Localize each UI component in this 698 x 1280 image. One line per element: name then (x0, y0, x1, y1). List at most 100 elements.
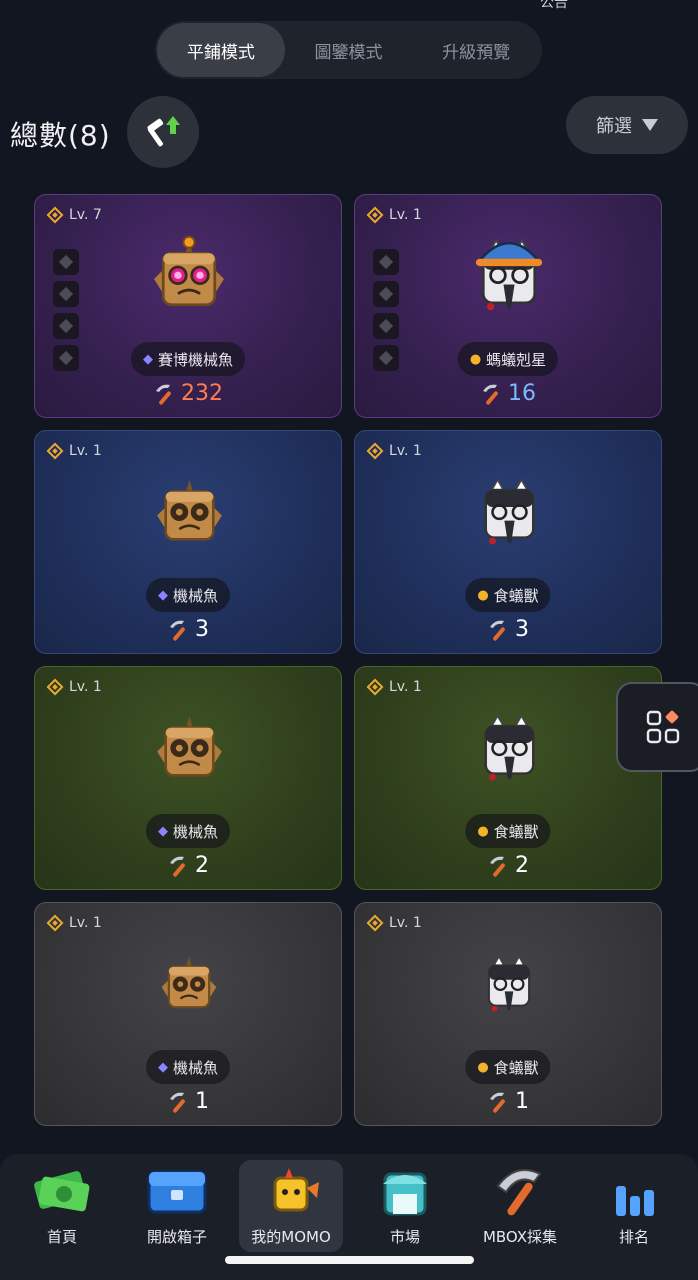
species-name: 機械魚 (172, 822, 219, 841)
gear-slot[interactable] (373, 249, 399, 275)
level-diamond-icon (366, 914, 384, 932)
paw-type-icon: ● (469, 351, 482, 367)
species-tag: ◆ 機械魚 (145, 1050, 231, 1084)
momo-card[interactable]: Lv. 1 ◆ 機械魚 2 (34, 666, 342, 890)
gear-slot[interactable] (53, 345, 79, 371)
species-tag: ◆ 賽博機械魚 (130, 342, 246, 376)
gear-slot[interactable] (53, 281, 79, 307)
nav-label: 我的MOMO (251, 1228, 331, 1246)
gear-slot[interactable] (373, 313, 399, 339)
nav-item-shop[interactable]: 市場 (353, 1160, 457, 1252)
momo-card[interactable]: Lv. 1 ● 食蟻獸 3 (354, 430, 662, 654)
nav-item-money[interactable]: 首頁 (10, 1160, 114, 1252)
species-tag: ◆ 機械魚 (145, 578, 231, 612)
level-diamond-icon (46, 442, 64, 460)
fish-creature-icon (139, 229, 239, 329)
filter-button[interactable]: 篩選 (566, 96, 688, 154)
level-badge: Lv. 1 (46, 678, 102, 696)
momo-card[interactable]: Lv. 1 ● 螞蟻剋星 16 (354, 194, 662, 418)
hashrate-value: 1 (195, 1089, 209, 1114)
tab-upgrade-preview[interactable]: 升級預覽 (412, 23, 540, 77)
species-name: 賽博機械魚 (157, 350, 234, 369)
level-diamond-icon (46, 206, 64, 224)
momo-card[interactable]: Lv. 1 ◆ 機械魚 1 (34, 902, 342, 1126)
nav-item-chest[interactable]: 開啟箱子 (125, 1160, 229, 1252)
fish-creature-icon (139, 701, 239, 801)
level-text: Lv. 1 (389, 915, 422, 931)
momo-card[interactable]: Lv. 7 ◆ 賽博機械魚 232 (34, 194, 342, 418)
anteater-creature-icon (459, 701, 559, 801)
hashrate: 1 (167, 1089, 209, 1114)
chest-icon (147, 1170, 207, 1214)
hashrate-value: 232 (181, 381, 223, 406)
nav-label: 市場 (389, 1228, 420, 1246)
hashrate: 16 (480, 381, 536, 406)
hashrate-value: 3 (515, 617, 529, 642)
level-diamond-icon (46, 914, 64, 932)
level-badge: Lv. 1 (46, 442, 102, 460)
grid-diamond-icon (646, 710, 680, 744)
pickaxe-icon (156, 384, 171, 405)
paw-type-icon: ● (477, 587, 489, 603)
pickaxe-icon (490, 620, 505, 641)
species-tag: ● 食蟻獸 (465, 578, 551, 612)
hashrate-value: 3 (195, 617, 209, 642)
gear-slot[interactable] (53, 313, 79, 339)
upgrade-button[interactable] (127, 96, 199, 168)
ranking-icon (616, 1186, 654, 1216)
species-tag: ◆ 機械魚 (145, 814, 231, 848)
momo-card[interactable]: Lv. 1 ● 食蟻獸 1 (354, 902, 662, 1126)
level-text: Lv. 1 (389, 443, 422, 459)
tab-collection-mode[interactable]: 圖鑒模式 (285, 23, 413, 77)
species-tag: ● 食蟻獸 (465, 1050, 551, 1084)
triangle-down-icon (642, 119, 658, 131)
mode-tabs: 平鋪模式 圖鑒模式 升級預覽 (155, 21, 542, 79)
total-count: 總數(8) (10, 119, 111, 152)
nav-label: MBOX採集 (482, 1228, 558, 1246)
pickaxe-icon (483, 384, 498, 405)
species-name: 機械魚 (172, 586, 219, 605)
fish-type-icon: ◆ (142, 351, 153, 367)
hashrate: 2 (167, 853, 209, 878)
level-text: Lv. 1 (69, 679, 102, 695)
fish-type-icon: ◆ (157, 1059, 168, 1075)
momo-card[interactable]: Lv. 1 ◆ 機械魚 3 (34, 430, 342, 654)
species-name: 螞蟻剋星 (486, 350, 547, 369)
level-text: Lv. 1 (69, 443, 102, 459)
shop-icon (383, 1172, 427, 1216)
hashrate-value: 2 (515, 853, 529, 878)
hashrate-value: 2 (195, 853, 209, 878)
gear-slot[interactable] (373, 345, 399, 371)
anteater-creature-icon (459, 229, 559, 329)
fish-creature-icon (139, 465, 239, 565)
fish-type-icon: ◆ (157, 823, 168, 839)
species-tag: ● 食蟻獸 (465, 814, 551, 848)
species-name: 食蟻獸 (493, 822, 539, 841)
home-indicator (225, 1256, 474, 1264)
nav-item-ranking[interactable]: 排名 (582, 1160, 686, 1252)
nav-item-pickaxe[interactable]: MBOX採集 (468, 1160, 572, 1252)
pickaxe-icon (170, 620, 185, 641)
species-name: 食蟻獸 (493, 1058, 539, 1077)
gear-slot[interactable] (53, 249, 79, 275)
hashrate: 2 (487, 853, 529, 878)
hashrate-value: 1 (515, 1089, 529, 1114)
paw-type-icon: ● (477, 1059, 489, 1075)
nav-item-momo[interactable]: 我的MOMO (239, 1160, 343, 1252)
gear-slots (53, 249, 79, 371)
level-text: Lv. 1 (389, 679, 422, 695)
pickaxe-icon (496, 1169, 542, 1216)
hashrate: 232 (153, 381, 223, 406)
layout-toggle-button[interactable] (616, 682, 698, 772)
gear-slot[interactable] (373, 281, 399, 307)
notice-text[interactable]: 公告 (540, 0, 568, 12)
species-name: 食蟻獸 (493, 586, 539, 605)
header-row: 總數(8) 篩選 (0, 96, 698, 168)
gear-slots (373, 249, 399, 371)
species-tag: ● 螞蟻剋星 (457, 342, 559, 376)
level-badge: Lv. 1 (366, 442, 422, 460)
tab-tile-mode[interactable]: 平鋪模式 (157, 23, 285, 77)
nav-label: 首頁 (46, 1228, 77, 1246)
level-badge: Lv. 1 (46, 914, 102, 932)
species-name: 機械魚 (172, 1058, 219, 1077)
